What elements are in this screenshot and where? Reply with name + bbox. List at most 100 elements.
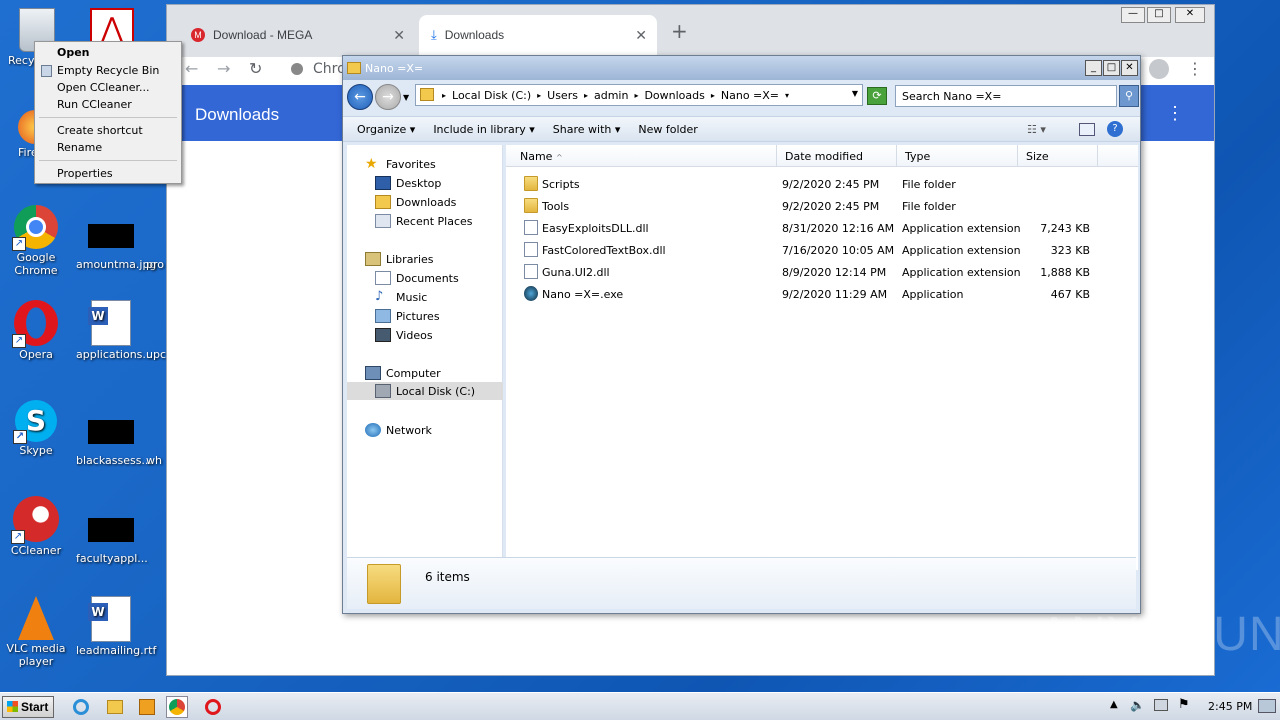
column-header-date[interactable]: Date modified <box>777 145 897 167</box>
breadcrumb-chevron-icon[interactable]: ▸ <box>711 91 715 100</box>
tab-mega[interactable]: M Download - MEGA ✕ <box>179 15 415 55</box>
nav-favorites[interactable]: ★ Favorites <box>365 155 436 173</box>
include-in-library-menu[interactable]: Include in library ▾ <box>433 123 534 136</box>
breadcrumb-segment[interactable]: Users <box>547 89 578 102</box>
minimize-button[interactable]: — <box>1121 7 1145 23</box>
media-player-taskbar-icon[interactable] <box>136 696 158 718</box>
column-header-type[interactable]: Type <box>897 145 1018 167</box>
breadcrumb-chevron-icon[interactable]: ▸ <box>584 91 588 100</box>
show-desktop-button[interactable] <box>1258 699 1276 713</box>
windows-logo-icon <box>7 701 18 712</box>
nav-label: Desktop <box>396 176 442 190</box>
new-tab-button[interactable]: + <box>671 19 688 43</box>
maximize-button[interactable]: □ <box>1147 7 1171 23</box>
ie-taskbar-icon[interactable] <box>70 696 92 718</box>
breadcrumb-chevron-icon[interactable]: ▸ <box>634 91 638 100</box>
tab-title: Downloads <box>444 28 505 42</box>
search-icon[interactable]: ⚲ <box>1119 85 1139 107</box>
refresh-button[interactable]: ⟳ <box>867 87 887 105</box>
file-name: Nano =X=.exe <box>542 288 624 301</box>
maximize-button[interactable]: □ <box>1103 60 1120 76</box>
close-window-button[interactable]: ✕ <box>1175 7 1205 23</box>
ccleaner-shortcut[interactable]: ↗ CCleaner <box>1 496 71 557</box>
nav-documents[interactable]: Documents <box>375 269 459 287</box>
breadcrumb-segment[interactable]: Downloads <box>644 89 704 102</box>
help-icon[interactable]: ? <box>1107 121 1123 137</box>
vlc-shortcut[interactable]: VLC media player <box>1 596 71 668</box>
menu-item-empty-recycle-bin[interactable]: Empty Recycle Bin <box>57 64 159 77</box>
menu-dots-icon[interactable]: ⋮ <box>1187 59 1203 78</box>
address-bar[interactable]: ▸ Local Disk (C:) ▸ Users ▸ admin ▸ Downloa… <box>415 84 863 106</box>
more-options-icon[interactable]: ⋮ <box>1166 103 1184 124</box>
volume-icon[interactable]: 🔈 <box>1130 698 1145 712</box>
new-folder-button[interactable]: New folder <box>638 123 697 136</box>
breadcrumb-chevron-icon[interactable]: ▾ <box>785 91 789 100</box>
tab-downloads[interactable]: ⤓ Downloads ✕ <box>419 15 657 55</box>
nav-network[interactable]: Network <box>365 421 432 439</box>
action-center-flag-icon[interactable]: ⚑ <box>1178 697 1190 712</box>
share-with-menu[interactable]: Share with ▾ <box>553 123 621 136</box>
menu-item-run-ccleaner[interactable]: Run CCleaner <box>57 98 132 111</box>
menu-item-rename[interactable]: Rename <box>57 141 102 154</box>
file-row[interactable]: FastColoredTextBox.dll 7/16/2020 10:05 A… <box>506 240 1138 260</box>
breadcrumb-segment[interactable]: Nano =X= <box>721 89 779 102</box>
recent-pages-dropdown-icon[interactable]: ▼ <box>403 93 409 102</box>
breadcrumb-chevron-icon[interactable]: ▸ <box>537 91 541 100</box>
image-thumbnail <box>88 518 134 542</box>
nav-libraries[interactable]: Libraries <box>365 250 434 268</box>
close-tab-icon[interactable]: ✕ <box>393 27 405 44</box>
nav-recent-places[interactable]: Recent Places <box>375 212 473 230</box>
nav-downloads[interactable]: Downloads <box>375 193 456 211</box>
nav-pictures[interactable]: Pictures <box>375 307 440 325</box>
forward-button[interactable]: → <box>375 84 401 110</box>
forward-arrow-icon[interactable]: → <box>217 59 230 78</box>
explorer-taskbar-icon[interactable] <box>104 696 126 718</box>
opera-taskbar-icon[interactable] <box>202 696 224 718</box>
breadcrumb-segment[interactable]: admin <box>594 89 628 102</box>
file-type: Application <box>902 288 964 301</box>
start-button[interactable]: Start <box>2 696 54 718</box>
nav-local-disk[interactable]: Local Disk (C:) <box>347 382 503 400</box>
nav-music[interactable]: ♪ Music <box>375 288 427 306</box>
minimize-button[interactable]: _ <box>1085 60 1102 76</box>
breadcrumb-segment[interactable]: Local Disk (C:) <box>452 89 531 102</box>
search-input[interactable]: Search Nano =X= <box>895 85 1117 107</box>
file-row[interactable]: Nano =X=.exe 9/2/2020 11:29 AM Applicati… <box>506 284 1138 304</box>
back-arrow-icon[interactable]: ← <box>185 59 198 78</box>
back-button[interactable]: ← <box>347 84 373 110</box>
amountma-file[interactable]: amountma.jpg <box>76 212 156 271</box>
leadmailing-file[interactable]: W leadmailing.rtf <box>76 596 156 657</box>
column-header-size[interactable]: Size <box>1018 145 1098 167</box>
preview-pane-icon[interactable] <box>1079 123 1095 136</box>
reload-icon[interactable]: ↻ <box>249 59 262 78</box>
network-tray-icon[interactable] <box>1154 699 1168 711</box>
column-header-name[interactable]: Name ^ <box>506 145 777 167</box>
file-row[interactable]: Scripts 9/2/2020 2:45 PM File folder <box>506 174 1138 194</box>
file-row[interactable]: Tools 9/2/2020 2:45 PM File folder <box>506 196 1138 216</box>
skype-shortcut[interactable]: S ↗ Skype <box>1 400 71 457</box>
show-hidden-icons-icon[interactable]: ▲ <box>1110 699 1118 710</box>
menu-item-open-ccleaner[interactable]: Open CCleaner... <box>57 81 150 94</box>
chrome-shortcut[interactable]: ↗ Google Chrome <box>1 205 71 277</box>
chrome-taskbar-icon[interactable] <box>166 696 188 718</box>
facultyappl-file[interactable]: facultyappl... <box>76 506 148 565</box>
close-tab-icon[interactable]: ✕ <box>635 27 647 44</box>
clock[interactable]: 2:45 PM <box>1208 700 1252 713</box>
view-options-icon[interactable]: ☷ ▾ <box>1027 123 1046 136</box>
menu-item-open[interactable]: Open <box>57 46 90 59</box>
applications-file[interactable]: W applications... <box>76 300 153 361</box>
file-row[interactable]: Guna.UI2.dll 8/9/2020 12:14 PM Applicati… <box>506 262 1138 282</box>
profile-icon[interactable] <box>1149 59 1169 79</box>
file-row[interactable]: EasyExploitsDLL.dll 8/31/2020 12:16 AM A… <box>506 218 1138 238</box>
close-button[interactable]: ✕ <box>1121 60 1138 76</box>
address-dropdown-icon[interactable]: ▼ <box>852 89 858 98</box>
organize-menu[interactable]: Organize ▾ <box>357 123 415 136</box>
menu-item-create-shortcut[interactable]: Create shortcut <box>57 124 143 137</box>
nav-desktop[interactable]: Desktop <box>375 174 441 192</box>
omnibox[interactable]: Chro <box>313 61 346 77</box>
opera-shortcut[interactable]: ↗ Opera <box>1 300 71 361</box>
blackassess-file[interactable]: blackassess... <box>76 408 152 467</box>
menu-item-properties[interactable]: Properties <box>57 167 113 180</box>
nav-videos[interactable]: Videos <box>375 326 433 344</box>
nav-computer[interactable]: Computer <box>365 364 441 382</box>
